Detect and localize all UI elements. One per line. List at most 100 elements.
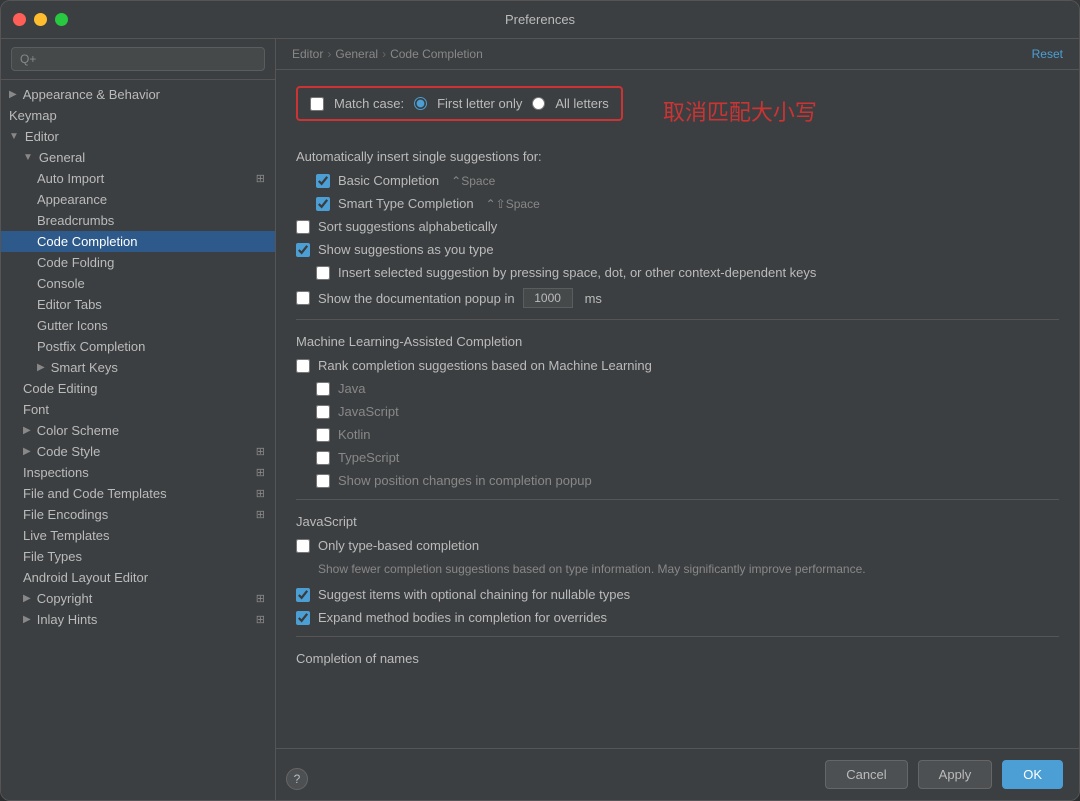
collapse-arrow: ▶: [23, 425, 31, 436]
sidebar-item-console[interactable]: Console: [1, 273, 275, 294]
match-case-checkbox[interactable]: [310, 97, 324, 111]
sidebar-item-keymap[interactable]: Keymap: [1, 105, 275, 126]
divider2: [296, 499, 1059, 500]
auto-insert-title: Automatically insert single suggestions …: [296, 149, 1059, 164]
ml-rank-checkbox[interactable]: [296, 359, 310, 373]
sidebar-item-inlay-hints[interactable]: ▶ Inlay Hints ⊞: [1, 609, 275, 630]
sidebar-item-file-types[interactable]: File Types: [1, 546, 275, 567]
sidebar-item-code-folding[interactable]: Code Folding: [1, 252, 275, 273]
smart-completion-checkbox[interactable]: [316, 197, 330, 211]
basic-completion-kbd: ⌃Space: [451, 174, 495, 188]
ml-rank-label: Rank completion suggestions based on Mac…: [318, 358, 652, 373]
js-only-type-row: Only type-based completion: [296, 537, 1059, 554]
badge-icon: ⊞: [256, 592, 265, 605]
settings-content: Match case: First letter only All letter…: [276, 70, 1079, 748]
ml-rank-row: Rank completion suggestions based on Mac…: [296, 357, 1059, 374]
breadcrumb-code-completion: Code Completion: [390, 47, 483, 61]
js-expand-method-row: Expand method bodies in completion for o…: [296, 609, 1059, 626]
badge-icon: ⊞: [256, 613, 265, 626]
sidebar-item-file-encodings[interactable]: File Encodings ⊞: [1, 504, 275, 525]
collapse-arrow: ▶: [9, 89, 17, 100]
close-button[interactable]: [13, 13, 26, 26]
sort-alpha-checkbox[interactable]: [296, 220, 310, 234]
reset-button[interactable]: Reset: [1032, 47, 1063, 61]
insert-on-space-row: Insert selected suggestion by pressing s…: [316, 264, 1059, 281]
sidebar-item-copyright[interactable]: ▶ Copyright ⊞: [1, 588, 275, 609]
sort-alpha-row: Sort suggestions alphabetically: [296, 218, 1059, 235]
ml-kotlin-row: Kotlin: [316, 426, 1059, 443]
js-only-type-label: Only type-based completion: [318, 538, 479, 553]
sidebar-item-smart-keys[interactable]: ▶ Smart Keys: [1, 357, 275, 378]
badge-icon: ⊞: [256, 487, 265, 500]
sidebar-item-gutter-icons[interactable]: Gutter Icons: [1, 315, 275, 336]
ml-kotlin-label: Kotlin: [338, 427, 371, 442]
expand-arrow: ▼: [9, 131, 19, 142]
expand-arrow: ▼: [23, 152, 33, 163]
collapse-arrow: ▶: [23, 593, 31, 604]
ml-typescript-label: TypeScript: [338, 450, 399, 465]
collapse-arrow: ▶: [37, 362, 45, 373]
sidebar-item-file-code-templates[interactable]: File and Code Templates ⊞: [1, 483, 275, 504]
js-only-type-desc: Show fewer completion suggestions based …: [318, 560, 1059, 578]
show-doc-popup-label: Show the documentation popup in: [318, 291, 515, 306]
sidebar-item-postfix-completion[interactable]: Postfix Completion: [1, 336, 275, 357]
sidebar: ▶ Appearance & Behavior Keymap ▼ Editor …: [1, 39, 276, 800]
ml-javascript-row: JavaScript: [316, 403, 1059, 420]
all-letters-radio[interactable]: [532, 97, 545, 110]
badge-icon: ⊞: [256, 172, 265, 185]
js-expand-method-checkbox[interactable]: [296, 611, 310, 625]
sidebar-item-color-scheme[interactable]: ▶ Color Scheme: [1, 420, 275, 441]
ml-section-title: Machine Learning-Assisted Completion: [296, 334, 1059, 349]
badge-icon: ⊞: [256, 508, 265, 521]
main-content: ▶ Appearance & Behavior Keymap ▼ Editor …: [1, 39, 1079, 800]
apply-button[interactable]: Apply: [918, 760, 993, 789]
ml-java-label: Java: [338, 381, 365, 396]
insert-on-space-checkbox[interactable]: [316, 266, 330, 280]
ml-typescript-checkbox[interactable]: [316, 451, 330, 465]
sidebar-item-font[interactable]: Font: [1, 399, 275, 420]
ml-kotlin-checkbox[interactable]: [316, 428, 330, 442]
ml-position-checkbox[interactable]: [316, 474, 330, 488]
minimize-button[interactable]: [34, 13, 47, 26]
sidebar-item-editor-tabs[interactable]: Editor Tabs: [1, 294, 275, 315]
breadcrumb-general: General: [335, 47, 378, 61]
collapse-arrow: ▶: [23, 446, 31, 457]
sidebar-item-inspections[interactable]: Inspections ⊞: [1, 462, 275, 483]
maximize-button[interactable]: [55, 13, 68, 26]
sidebar-item-appearance[interactable]: Appearance: [1, 189, 275, 210]
show-as-you-type-row: Show suggestions as you type: [296, 241, 1059, 258]
annotation-text: 取消匹配大小写: [663, 95, 817, 127]
ml-javascript-checkbox[interactable]: [316, 405, 330, 419]
js-only-type-checkbox[interactable]: [296, 539, 310, 553]
sidebar-item-code-style[interactable]: ▶ Code Style ⊞: [1, 441, 275, 462]
cancel-button[interactable]: Cancel: [825, 760, 907, 789]
sidebar-item-code-completion[interactable]: Code Completion: [1, 231, 275, 252]
basic-completion-checkbox[interactable]: [316, 174, 330, 188]
help-button[interactable]: ?: [286, 768, 308, 790]
sidebar-item-code-editing[interactable]: Code Editing: [1, 378, 275, 399]
sidebar-item-breadcrumbs[interactable]: Breadcrumbs: [1, 210, 275, 231]
sidebar-item-general[interactable]: ▼ General: [1, 147, 275, 168]
ok-button[interactable]: OK: [1002, 760, 1063, 789]
sidebar-item-auto-import[interactable]: Auto Import ⊞: [1, 168, 275, 189]
match-case-label: Match case:: [334, 96, 404, 111]
sidebar-item-android-layout-editor[interactable]: Android Layout Editor: [1, 567, 275, 588]
sidebar-item-live-templates[interactable]: Live Templates: [1, 525, 275, 546]
show-as-you-type-checkbox[interactable]: [296, 243, 310, 257]
ml-java-checkbox[interactable]: [316, 382, 330, 396]
sidebar-item-editor[interactable]: ▼ Editor: [1, 126, 275, 147]
badge-icon: ⊞: [256, 466, 265, 479]
divider3: [296, 636, 1059, 637]
js-optional-chaining-label: Suggest items with optional chaining for…: [318, 587, 630, 602]
ml-javascript-label: JavaScript: [338, 404, 399, 419]
doc-popup-ms-input[interactable]: [523, 288, 573, 308]
main-panel: Editor › General › Code Completion Reset…: [276, 39, 1079, 800]
show-doc-popup-checkbox[interactable]: [296, 291, 310, 305]
search-input[interactable]: [11, 47, 265, 71]
sidebar-item-appearance-behavior[interactable]: ▶ Appearance & Behavior: [1, 84, 275, 105]
first-letter-radio[interactable]: [414, 97, 427, 110]
badge-icon: ⊞: [256, 445, 265, 458]
basic-completion-label: Basic Completion: [338, 173, 439, 188]
window-title: Preferences: [505, 12, 575, 27]
js-optional-chaining-checkbox[interactable]: [296, 588, 310, 602]
